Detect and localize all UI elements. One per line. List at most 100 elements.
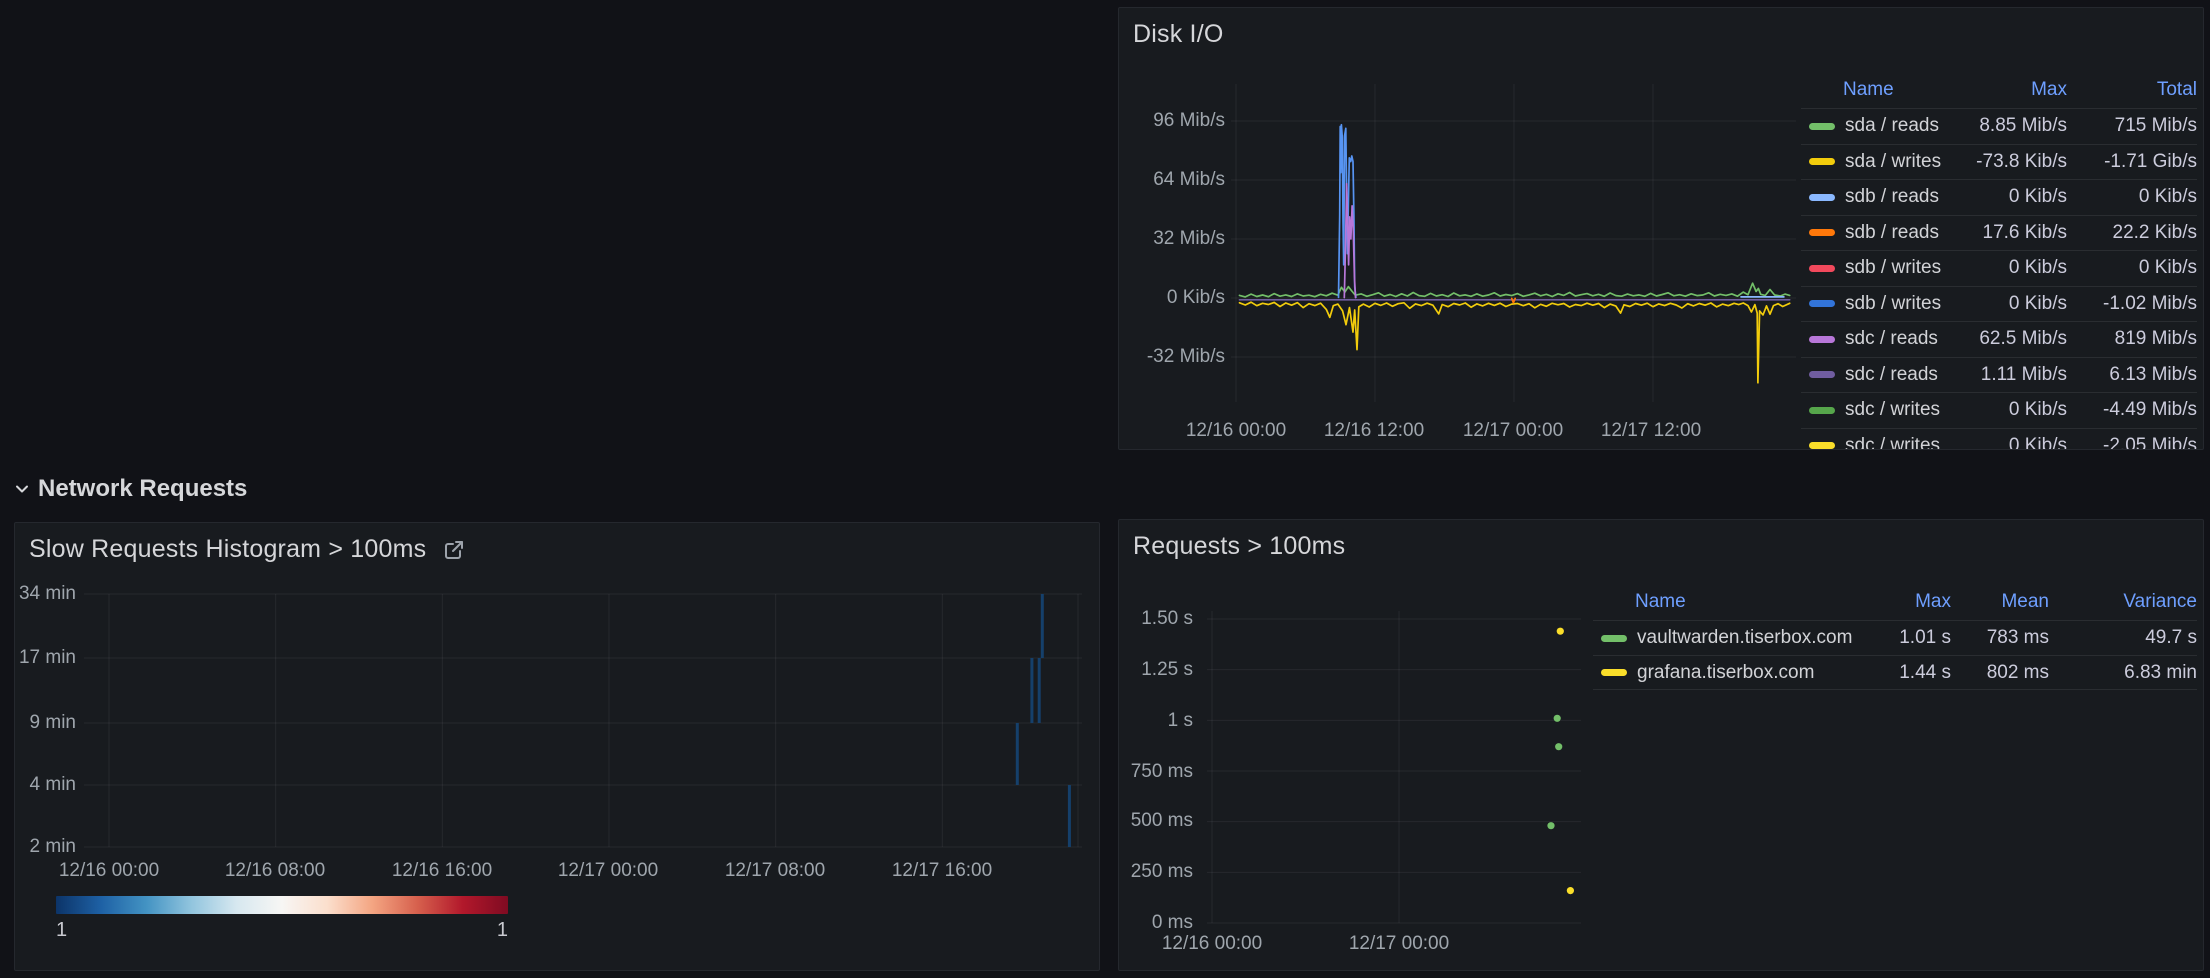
series-total: -4.49 Mib/s (2067, 399, 2197, 421)
chevron-down-icon (14, 481, 30, 497)
series-mean: 783 ms (1951, 627, 2049, 649)
series-color-swatch (1809, 123, 1835, 130)
legend-header-total[interactable]: Total (2067, 79, 2197, 101)
series-max: 1.11 Mib/s (1952, 364, 2067, 386)
series-max: 0 Kib/s (1952, 186, 2067, 208)
series-name: sdb / writes (1845, 293, 1941, 315)
disk-legend-header: Name Max Total (1801, 72, 2197, 108)
hist-y-tick: 2 min (16, 836, 76, 858)
series-color-swatch (1809, 194, 1835, 201)
requests-panel: Requests > 100ms 1.50 s 1.25 s 1 s 750 m… (1118, 519, 2204, 971)
legend-row[interactable]: sda / reads 8.85 Mib/s 715 Mib/s (1801, 108, 2197, 144)
hist-y-tick: 4 min (16, 774, 76, 796)
hist-x-tick: 12/16 00:00 (29, 860, 189, 882)
legend-header-variance[interactable]: Variance (2049, 591, 2197, 613)
color-scale-gradient (56, 896, 508, 914)
external-link-icon[interactable] (442, 538, 466, 562)
grafana-dashboard: { "colors": { "link_blue": "#6e9fff", "h… (0, 0, 2210, 978)
panel-title-text: Requests > 100ms (1133, 532, 1345, 561)
hist-x-tick: 12/17 08:00 (695, 860, 855, 882)
disk-x-tick: 12/17 12:00 (1571, 420, 1731, 442)
legend-row[interactable]: vaultwarden.tiserbox.com 1.01 s 783 ms 4… (1593, 620, 2197, 655)
series-name: grafana.tiserbox.com (1637, 662, 1814, 684)
series-color-swatch (1809, 229, 1835, 236)
panel-title-text: Disk I/O (1133, 20, 1224, 49)
series-max: -73.8 Kib/s (1952, 151, 2067, 173)
legend-row[interactable]: sdb / writes 0 Kib/s -1.02 Mib/s (1801, 286, 2197, 322)
series-total: 6.13 Mib/s (2067, 364, 2197, 386)
requests-panel-title[interactable]: Requests > 100ms (1133, 532, 1345, 561)
series-total: 715 Mib/s (2067, 115, 2197, 137)
legend-row[interactable]: sda / writes -73.8 Kib/s -1.71 Gib/s (1801, 144, 2197, 180)
color-scale-max: 1 (435, 919, 508, 942)
hist-x-tick: 12/17 16:00 (862, 860, 1022, 882)
series-name: sdb / reads (1845, 186, 1939, 208)
legend-row[interactable]: sdb / reads 17.6 Kib/s 22.2 Kib/s (1801, 215, 2197, 251)
legend-row[interactable]: sdc / writes 0 Kib/s -2.05 Mib/s (1801, 428, 2197, 451)
series-color-swatch (1809, 371, 1835, 378)
disk-y-tick: 96 Mib/s (1125, 110, 1225, 132)
series-color-swatch (1601, 669, 1627, 676)
hist-y-tick: 17 min (16, 647, 76, 669)
series-color-swatch (1601, 635, 1627, 642)
requests-legend-header: Name Max Mean Variance (1593, 584, 2197, 620)
disk-legend-table: Name Max Total sda / reads 8.85 Mib/s 71… (1801, 72, 2197, 450)
series-mean: 802 ms (1951, 662, 2049, 684)
disk-io-panel-title[interactable]: Disk I/O (1133, 20, 1224, 49)
disk-y-tick: 32 Mib/s (1125, 228, 1225, 250)
disk-io-panel: Disk I/O 96 Mib/s 64 Mib/s 32 Mib/s 0 Ki… (1118, 7, 2204, 450)
legend-row[interactable]: sdc / reads 1.11 Mib/s 6.13 Mib/s (1801, 357, 2197, 393)
legend-header-name[interactable]: Name (1801, 79, 1952, 101)
legend-header-name[interactable]: Name (1593, 591, 1876, 613)
series-max: 17.6 Kib/s (1952, 222, 2067, 244)
hist-x-tick: 12/16 08:00 (195, 860, 355, 882)
color-scale-min: 1 (56, 919, 67, 942)
series-name: sda / writes (1845, 151, 1941, 173)
disk-y-tick: 64 Mib/s (1125, 169, 1225, 191)
requests-scatter-chart (1207, 601, 1581, 931)
req-y-tick: 0 ms (1121, 912, 1193, 934)
series-max: 8.85 Mib/s (1952, 115, 2067, 137)
slow-requests-heatmap-chart (84, 581, 1082, 851)
req-y-tick: 1 s (1121, 710, 1193, 732)
legend-header-mean[interactable]: Mean (1951, 591, 2049, 613)
legend-header-max[interactable]: Max (1952, 79, 2067, 101)
series-total: 0 Kib/s (2067, 257, 2197, 279)
legend-row[interactable]: sdc / reads 62.5 Mib/s 819 Mib/s (1801, 321, 2197, 357)
series-total: 819 Mib/s (2067, 328, 2197, 350)
disk-y-tick: -32 Mib/s (1125, 346, 1225, 368)
series-max: 0 Kib/s (1952, 257, 2067, 279)
legend-row[interactable]: sdb / reads 0 Kib/s 0 Kib/s (1801, 179, 2197, 215)
hist-x-tick: 12/16 16:00 (362, 860, 522, 882)
series-color-swatch (1809, 407, 1835, 414)
series-color-swatch (1809, 336, 1835, 343)
series-name: sdb / reads (1845, 222, 1939, 244)
legend-header-max[interactable]: Max (1876, 591, 1951, 613)
req-y-tick: 1.50 s (1121, 608, 1193, 630)
legend-row[interactable]: grafana.tiserbox.com 1.44 s 802 ms 6.83 … (1593, 655, 2197, 690)
series-color-swatch (1809, 158, 1835, 165)
hist-y-tick: 34 min (16, 583, 76, 605)
legend-row[interactable]: sdc / writes 0 Kib/s -4.49 Mib/s (1801, 392, 2197, 428)
series-total: 0 Kib/s (2067, 186, 2197, 208)
series-variance: 6.83 min (2049, 662, 2197, 684)
series-name: sda / reads (1845, 115, 1939, 137)
series-name: sdc / reads (1845, 328, 1938, 350)
disk-y-tick: 0 Kib/s (1125, 287, 1225, 309)
section-row-network-requests[interactable]: Network Requests (14, 475, 247, 503)
req-y-tick: 750 ms (1121, 761, 1193, 783)
series-color-swatch (1809, 442, 1835, 449)
legend-row[interactable]: sdb / writes 0 Kib/s 0 Kib/s (1801, 250, 2197, 286)
series-name: vaultwarden.tiserbox.com (1637, 627, 1852, 649)
series-name: sdc / writes (1845, 399, 1940, 421)
series-name: sdc / reads (1845, 364, 1938, 386)
hist-y-tick: 9 min (16, 712, 76, 734)
series-total: -1.71 Gib/s (2067, 151, 2197, 173)
series-max: 62.5 Mib/s (1952, 328, 2067, 350)
disk-x-tick: 12/17 00:00 (1433, 420, 1593, 442)
slow-requests-histogram-panel: Slow Requests Histogram > 100ms 34 min 1… (14, 522, 1100, 971)
slow-requests-panel-title[interactable]: Slow Requests Histogram > 100ms (29, 535, 466, 564)
panel-title-text: Slow Requests Histogram > 100ms (29, 535, 426, 564)
series-max: 0 Kib/s (1952, 293, 2067, 315)
series-max: 1.44 s (1876, 662, 1951, 684)
